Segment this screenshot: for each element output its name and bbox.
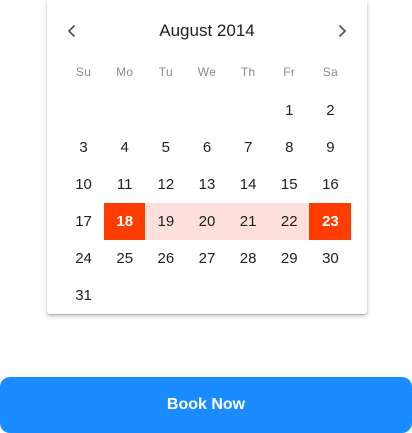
chevron-right-icon [339,25,346,37]
day-cell[interactable]: 6 [186,129,228,166]
weekday-label: Th [240,65,256,79]
empty-day-cell [186,277,228,314]
in-range-day[interactable]: 22 [268,203,311,240]
in-range-day[interactable]: 19 [144,203,187,240]
day-cell[interactable]: 3 [63,129,105,166]
day-cell[interactable]: 12 [145,166,187,203]
book-now-button[interactable]: Book Now [0,377,412,433]
empty-day-cell [145,92,187,129]
day-cell[interactable]: 7 [227,129,269,166]
day-cell[interactable]: 10 [63,166,105,203]
day-cell[interactable]: 15 [268,166,310,203]
day-cell[interactable]: 28 [227,240,269,277]
day-cell[interactable]: 25 [104,240,146,277]
weekday-label: Fr [283,65,296,79]
empty-day-cell [309,277,351,314]
day-cell[interactable]: 2 [309,92,351,129]
day-cell[interactable]: 17 [63,203,105,240]
day-cell[interactable]: 27 [186,240,228,277]
weekday-label: Tu [158,65,173,79]
empty-day-cell [104,92,146,129]
day-cell[interactable]: 29 [268,240,310,277]
range-start-day[interactable]: 18 [103,203,146,240]
empty-day-cell [186,92,228,129]
weekday-label: Su [75,65,92,79]
day-cell[interactable]: 4 [104,129,146,166]
next-month-button[interactable] [325,14,359,48]
day-cell[interactable]: 16 [309,166,351,203]
weekday-label: We [197,65,217,79]
range-end-day[interactable]: 23 [309,203,352,240]
day-cell[interactable]: 11 [104,166,146,203]
day-cell[interactable]: 31 [63,277,105,314]
weekday-label: Sa [322,65,339,79]
weekday-label: Mo [116,65,134,79]
date-range-calendar: August 2014 Su Mo Tu We Th Fr Sa 1 2 3 4 5 6 7 8 9 10 11… [47,0,367,314]
day-cell[interactable]: 1 [268,92,310,129]
day-cell[interactable]: 14 [227,166,269,203]
in-range-day[interactable]: 21 [227,203,270,240]
day-cell[interactable]: 26 [145,240,187,277]
empty-day-cell [104,277,146,314]
empty-day-cell [227,277,269,314]
in-range-day[interactable]: 20 [185,203,229,240]
empty-day-cell [63,92,105,129]
day-cell[interactable]: 8 [268,129,310,166]
day-cell[interactable]: 24 [63,240,105,277]
month-title: August 2014 [159,21,255,40]
weekday-header-row: Su Mo Tu We Th Fr Sa [63,62,351,82]
day-grid: 1 2 3 4 5 6 7 8 9 10 11 12 13 14 15 16 17 18 19 20 21 22 23 24 2… [63,92,352,314]
empty-day-cell [145,277,187,314]
calendar-header: August 2014 [47,14,367,48]
day-cell[interactable]: 13 [186,166,228,203]
day-cell[interactable]: 30 [309,240,351,277]
day-cell[interactable]: 9 [309,129,351,166]
empty-day-cell [268,277,310,314]
empty-day-cell [227,92,269,129]
day-cell[interactable]: 5 [145,129,187,166]
